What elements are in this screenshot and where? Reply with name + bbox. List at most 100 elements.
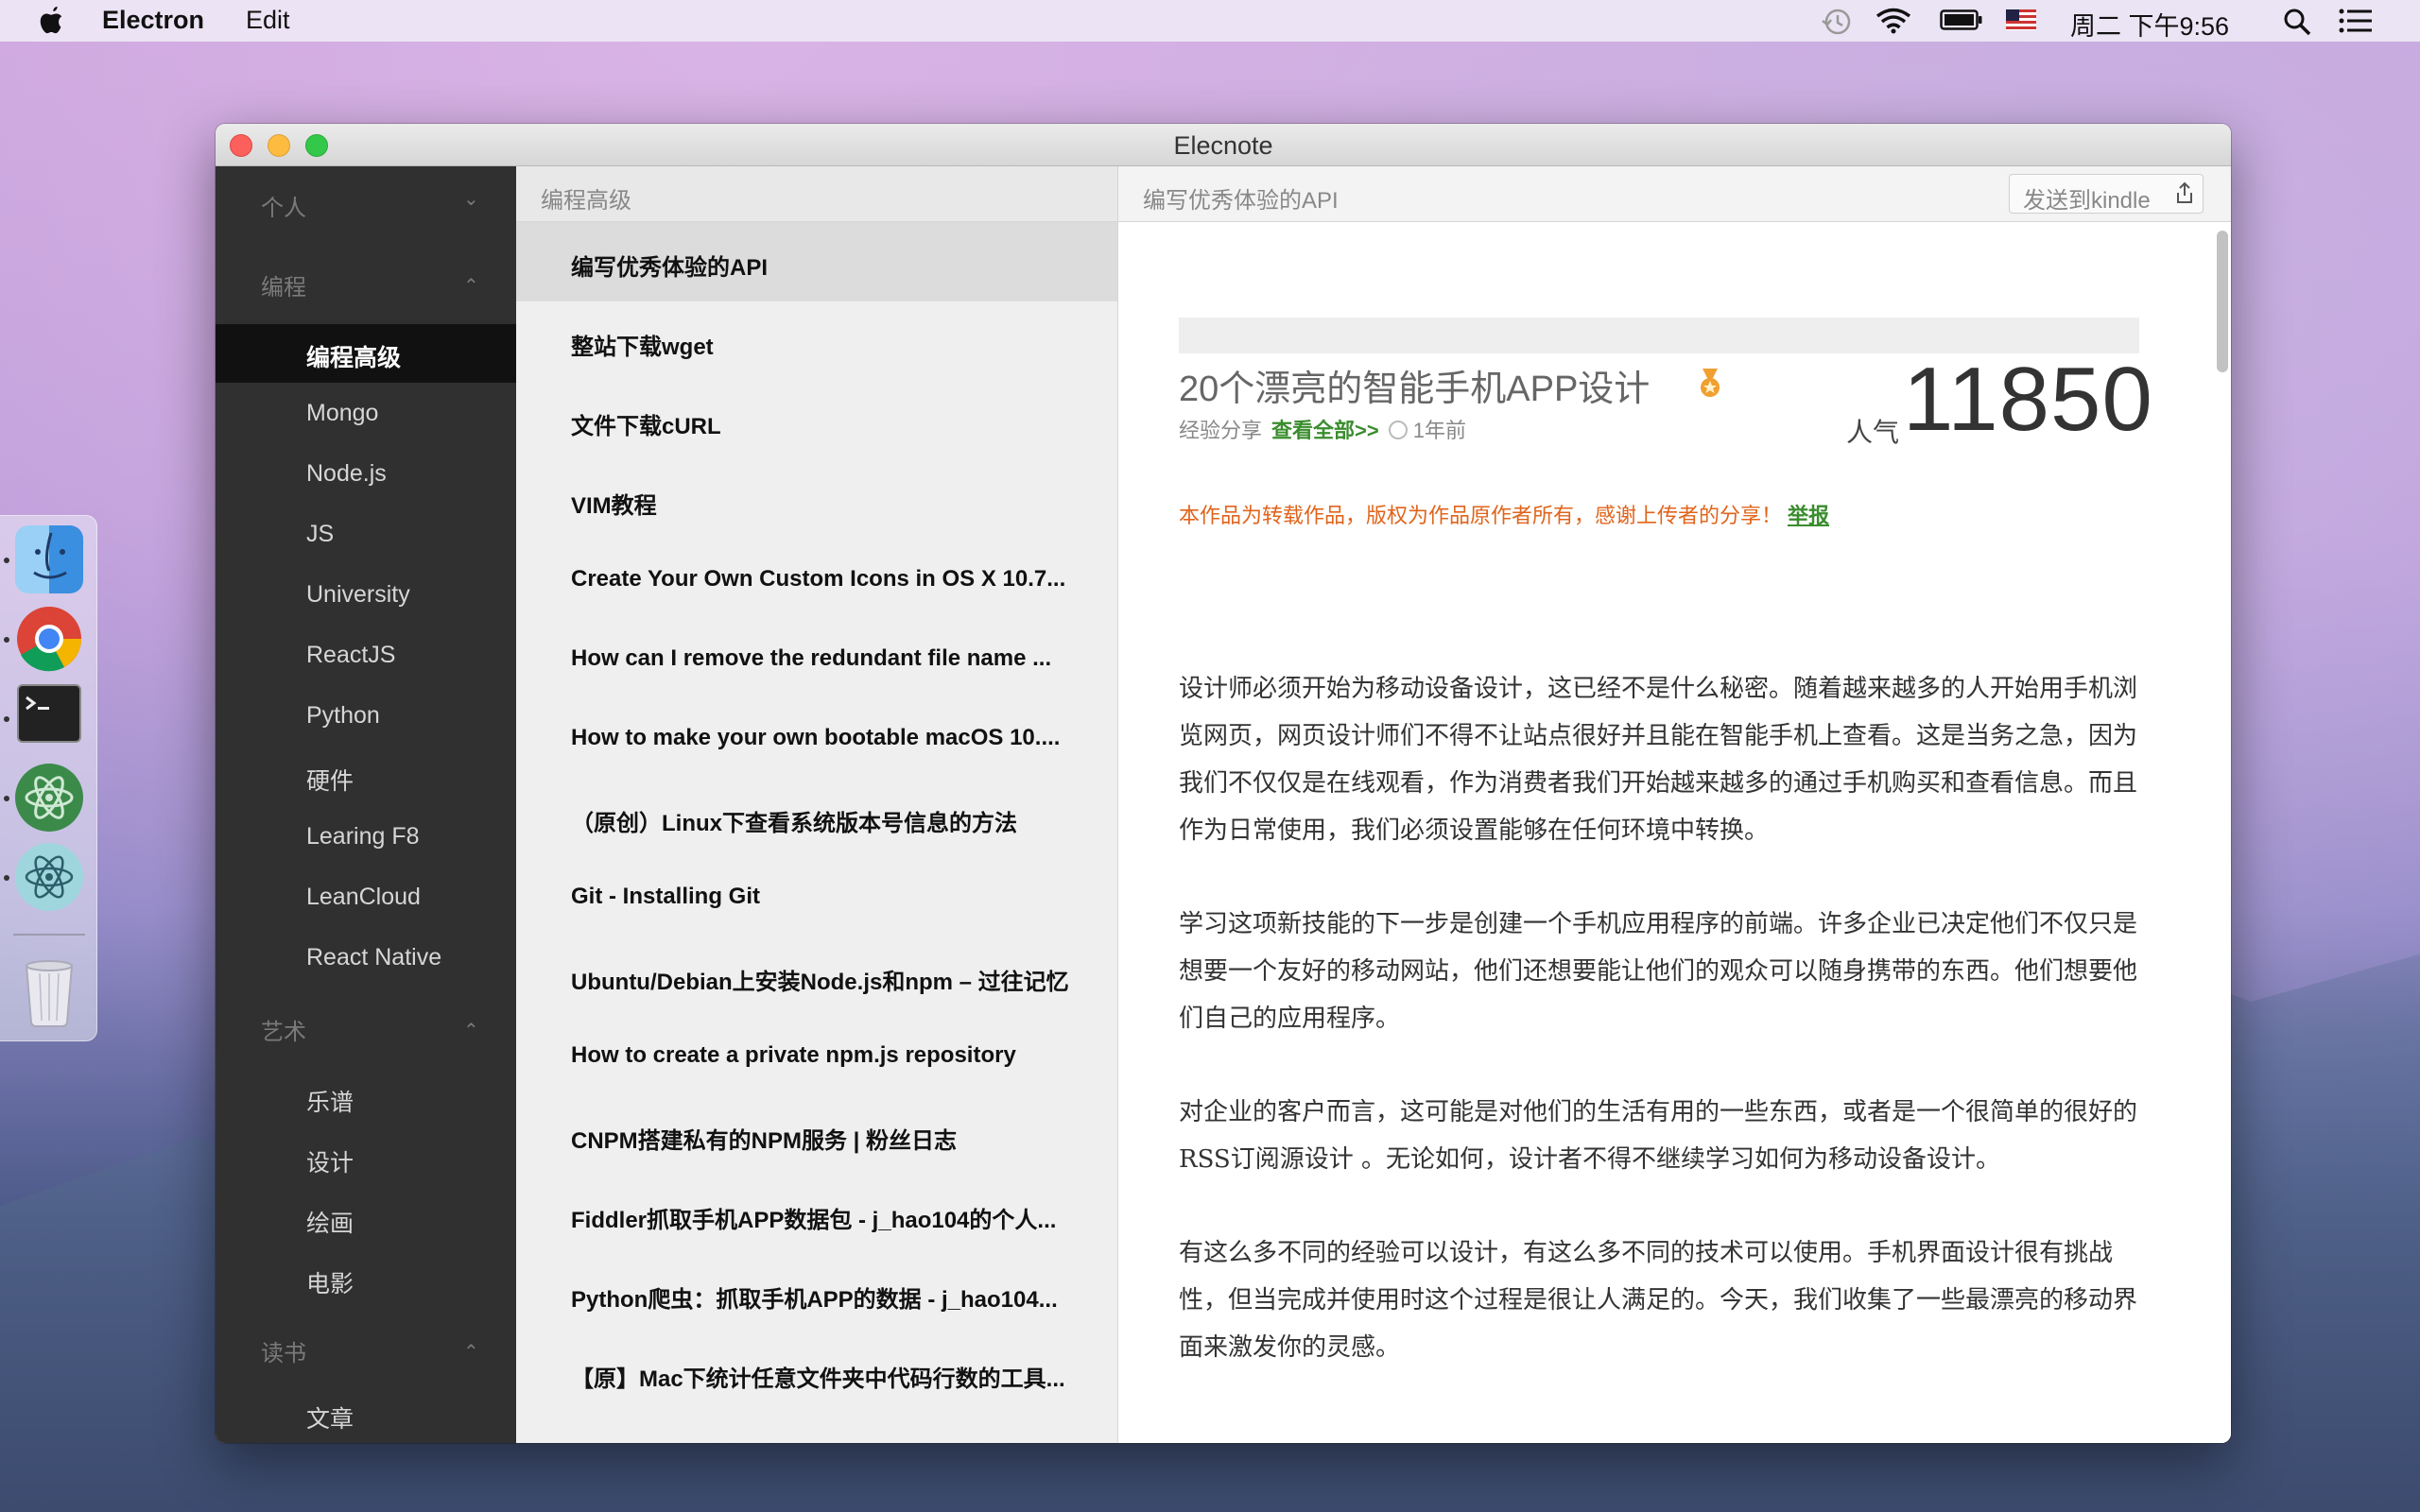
send-to-kindle-button[interactable]: 发送到kindle bbox=[2009, 174, 2204, 214]
us-flag-icon[interactable] bbox=[2006, 9, 2036, 30]
list-item[interactable]: Ubuntu/Debian上安装Node.js和npm – 过往记忆 bbox=[516, 936, 1117, 1016]
sidebar-item-label: ReactJS bbox=[306, 642, 396, 668]
sidebar-item-label: 文章 bbox=[306, 1406, 354, 1433]
sidebar-item-label: 绘画 bbox=[306, 1211, 354, 1237]
atom-icon[interactable] bbox=[15, 764, 83, 832]
sidebar-group-art[interactable]: 艺术 ⌃ bbox=[216, 998, 516, 1055]
popularity-count: 11850 bbox=[1903, 349, 2153, 450]
chrome-icon[interactable] bbox=[15, 605, 83, 673]
sidebar-item-movies[interactable]: 电影 bbox=[216, 1250, 516, 1309]
sidebar-item-advanced-programming[interactable]: 编程高级 bbox=[216, 324, 516, 383]
list-item[interactable]: （原创）Linux下查看系统版本号信息的方法 bbox=[516, 778, 1117, 857]
chevron-down-icon: ⌄ bbox=[463, 189, 479, 210]
scrollbar[interactable] bbox=[2215, 229, 2230, 1438]
sidebar-group-personal[interactable]: 个人 ⌄ bbox=[216, 174, 516, 231]
spotlight-icon[interactable] bbox=[2282, 8, 2312, 36]
time-machine-icon[interactable] bbox=[1821, 8, 1853, 36]
menu-bar: Electron Edit 周二 下午9:56 bbox=[0, 0, 2420, 42]
list-item-title: How to create a private npm.js repositor… bbox=[571, 1042, 1016, 1068]
sidebar-group-reading[interactable]: 读书 ⌃ bbox=[216, 1319, 516, 1376]
app-menu-electron[interactable]: Electron bbox=[102, 6, 204, 35]
list-item[interactable]: Git - Installing Git bbox=[516, 857, 1117, 936]
sidebar-item-nodejs[interactable]: Node.js bbox=[216, 445, 516, 504]
sidebar-item-label: Mongo bbox=[306, 400, 379, 426]
copyright-notice: 本作品为转载作品，版权为作品原作者所有，感谢上传者的分享！ 举报 bbox=[1179, 499, 1829, 529]
list-item[interactable]: Fiddler抓取手机APP数据包 - j_hao104的个人... bbox=[516, 1175, 1117, 1254]
share-icon bbox=[2177, 181, 2192, 203]
dock-running-indicator bbox=[4, 558, 9, 563]
report-link[interactable]: 举报 bbox=[1788, 504, 1829, 527]
list-item[interactable]: 整站下载wget bbox=[516, 301, 1117, 381]
article-time: 1年前 bbox=[1412, 419, 1466, 442]
list-item-title: 【原】Mac下统计任意文件夹中代码行数的工具... bbox=[571, 1366, 1065, 1392]
list-item[interactable]: How to create a private npm.js repositor… bbox=[516, 1016, 1117, 1095]
finder-icon[interactable] bbox=[15, 525, 83, 593]
sidebar-item-leancloud[interactable]: LeanCloud bbox=[216, 868, 516, 927]
list-item[interactable]: CNPM搭建私有的NPM服务 | 粉丝日志 bbox=[516, 1095, 1117, 1175]
sidebar-item-label: 设计 bbox=[306, 1150, 354, 1177]
sidebar-group-label: 读书 bbox=[261, 1341, 306, 1366]
sidebar-group-label: 编程 bbox=[261, 275, 306, 301]
list-item[interactable]: How to make your own bootable macOS 10..… bbox=[516, 698, 1117, 778]
view-all-link[interactable]: 查看全部>> bbox=[1271, 419, 1379, 442]
list-item[interactable]: VIM教程 bbox=[516, 460, 1117, 540]
article-paragraph: 学习这项新技能的下一步是创建一个手机应用程序的前端。许多企业已决定他们不仅只是想… bbox=[1179, 910, 2138, 1033]
sidebar-item-design[interactable]: 设计 bbox=[216, 1129, 516, 1188]
terminal-icon[interactable] bbox=[17, 684, 81, 743]
sidebar-item-label: University bbox=[306, 581, 410, 608]
sidebar-item-hardware[interactable]: 硬件 bbox=[216, 747, 516, 806]
sidebar-item-reactjs[interactable]: ReactJS bbox=[216, 627, 516, 685]
sidebar-item-painting[interactable]: 绘画 bbox=[216, 1190, 516, 1248]
wifi-icon[interactable] bbox=[1876, 8, 1911, 34]
list-item[interactable]: 编写优秀体验的API bbox=[516, 222, 1117, 301]
menubar-clock[interactable]: 周二 下午9:56 bbox=[2070, 6, 2229, 43]
sidebar-item-label: React Native bbox=[306, 944, 442, 971]
copyright-notice-text: 本作品为转载作品，版权为作品原作者所有，感谢上传者的分享！ bbox=[1179, 504, 1783, 527]
sidebar: 个人 ⌄ 编程 ⌃ 编程高级 Mongo Node.js JS Universi… bbox=[216, 166, 516, 1443]
list-item-title: CNPM搭建私有的NPM服务 | 粉丝日志 bbox=[571, 1128, 958, 1154]
menu-edit[interactable]: Edit bbox=[246, 6, 290, 35]
battery-icon[interactable] bbox=[1940, 8, 1983, 32]
list-item-title: （原创）Linux下查看系统版本号信息的方法 bbox=[571, 811, 1017, 836]
sidebar-item-label: 硬件 bbox=[306, 768, 354, 795]
list-item[interactable]: 【原】Mac下统计任意文件夹中代码行数的工具... bbox=[516, 1333, 1117, 1413]
sidebar-item-label: 编程高级 bbox=[306, 345, 402, 371]
sidebar-group-programming[interactable]: 编程 ⌃ bbox=[216, 253, 516, 310]
sidebar-item-mongo[interactable]: Mongo bbox=[216, 385, 516, 443]
list-item-title: Python爬虫：抓取手机APP的数据 - j_hao104... bbox=[571, 1287, 1058, 1313]
window-title: Elecnote bbox=[1173, 131, 1273, 160]
scrollbar-thumb[interactable] bbox=[2217, 231, 2228, 372]
sidebar-item-articles[interactable]: 文章 bbox=[216, 1385, 516, 1443]
send-to-kindle-label: 发送到kindle bbox=[2023, 188, 2151, 214]
dock-separator bbox=[13, 934, 85, 936]
electron-icon[interactable] bbox=[15, 843, 83, 911]
list-item[interactable]: Create Your Own Custom Icons in OS X 10.… bbox=[516, 540, 1117, 619]
sidebar-item-university[interactable]: University bbox=[216, 566, 516, 625]
apple-icon[interactable] bbox=[38, 6, 66, 36]
dock-running-indicator bbox=[4, 875, 9, 881]
list-item-title: Ubuntu/Debian上安装Node.js和npm – 过往记忆 bbox=[571, 970, 1069, 995]
list-item-title: How to make your own bootable macOS 10..… bbox=[571, 725, 1061, 750]
list-item[interactable]: How can I remove the redundant file name… bbox=[516, 619, 1117, 698]
note-list: 编程高级 编写优秀体验的API 整站下载wget 文件下载cURL VIM教程 … bbox=[516, 166, 1118, 1443]
popularity-label: 人气 bbox=[1846, 418, 1900, 447]
sidebar-item-react-native[interactable]: React Native bbox=[216, 929, 516, 988]
sidebar-item-learing-f8[interactable]: Learing F8 bbox=[216, 808, 516, 867]
article-meta: 经验分享 查看全部>> 1年前 bbox=[1179, 414, 1466, 444]
article-category: 经验分享 bbox=[1179, 419, 1263, 442]
trash-icon[interactable] bbox=[15, 953, 83, 1027]
sidebar-item-sheet-music[interactable]: 乐谱 bbox=[216, 1069, 516, 1127]
title-bar[interactable]: Elecnote bbox=[216, 124, 2231, 166]
sidebar-item-label: Node.js bbox=[306, 460, 387, 487]
sidebar-item-label: 乐谱 bbox=[306, 1090, 354, 1116]
list-item-title: 编写优秀体验的API bbox=[571, 255, 769, 281]
list-item-title: 整站下载wget bbox=[571, 335, 714, 360]
sidebar-item-label: Learing F8 bbox=[306, 823, 420, 850]
notification-center-icon[interactable] bbox=[2339, 8, 2373, 34]
list-item[interactable]: 文件下载cURL bbox=[516, 381, 1117, 460]
list-item-title: Git - Installing Git bbox=[571, 884, 760, 909]
list-item[interactable]: Python爬虫：抓取手机APP的数据 - j_hao104... bbox=[516, 1254, 1117, 1333]
sidebar-item-js[interactable]: JS bbox=[216, 506, 516, 564]
sidebar-item-label: JS bbox=[306, 521, 335, 547]
sidebar-item-python[interactable]: Python bbox=[216, 687, 516, 746]
